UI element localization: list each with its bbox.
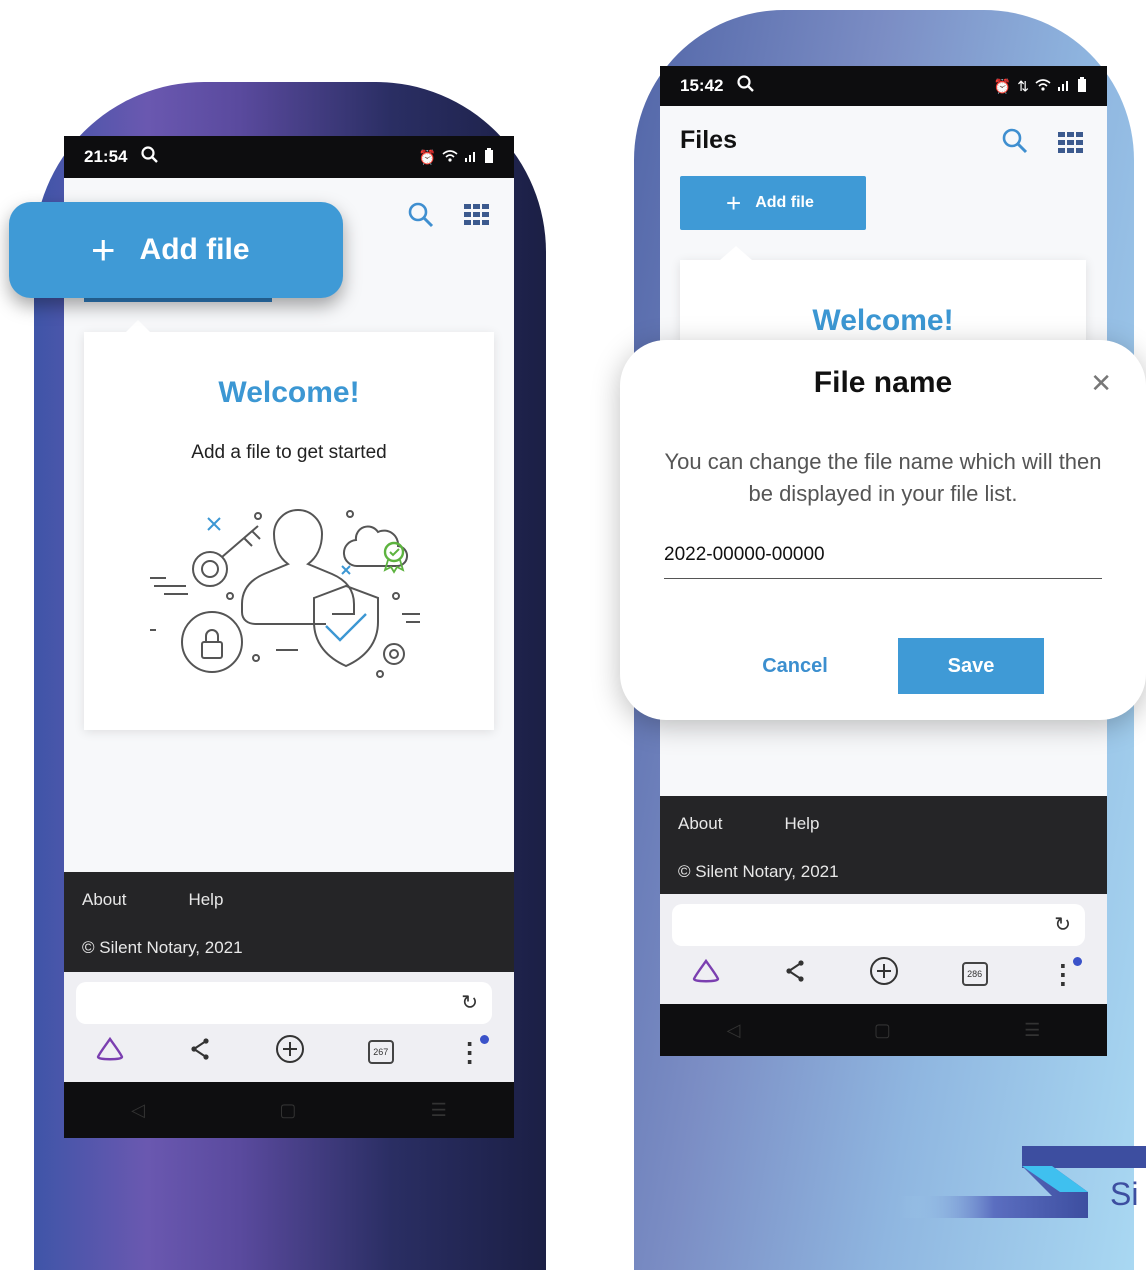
add-file-label: Add file [139, 233, 250, 266]
plus-icon: + [726, 187, 742, 218]
wifi-icon [1035, 78, 1051, 95]
callout-pointer [124, 320, 152, 334]
callout-pointer [720, 246, 752, 260]
grid-view-icon[interactable] [1058, 132, 1084, 159]
file-name-dialog: File name ✕ You can change the file name… [620, 340, 1146, 720]
back-icon[interactable]: ◁ [131, 1100, 145, 1121]
footer-help-link[interactable]: Help [784, 814, 819, 834]
signal-icon [464, 149, 478, 166]
footer-about-link[interactable]: About [82, 890, 126, 910]
logo-mark [900, 1166, 1088, 1218]
alarm-icon: ⏰ [418, 148, 436, 165]
welcome-subtitle: Add a file to get started [191, 442, 387, 463]
status-bar: 15:42 ⏰ ⇅ [660, 66, 1107, 106]
alarm-icon: ⏰ [993, 77, 1012, 94]
url-field[interactable]: ↻ [76, 982, 492, 1024]
site-footer: About Help © Silent Notary, 2021 [660, 796, 1107, 894]
welcome-title: Welcome! [218, 376, 360, 409]
home-icon[interactable]: ▢ [279, 1100, 296, 1121]
system-nav-bar: ◁ ▢ ☰ [660, 1004, 1107, 1056]
home-icon[interactable]: ▢ [874, 1020, 891, 1041]
welcome-card: Welcome! Add a file to get started [84, 320, 494, 730]
cancel-button[interactable]: Cancel [730, 638, 860, 694]
recents-icon[interactable]: ☰ [431, 1100, 447, 1121]
tab-count-icon[interactable]: 267 [367, 1040, 394, 1064]
status-time: 21:54 [84, 147, 128, 166]
search-icon [141, 145, 159, 169]
share-icon[interactable] [783, 959, 807, 990]
new-tab-icon[interactable] [275, 1034, 305, 1071]
wifi-icon [442, 149, 458, 166]
file-name-input[interactable]: 2022-00000-00000 [664, 544, 1102, 579]
more-menu-icon[interactable]: ⋮ [457, 1035, 489, 1065]
add-file-button[interactable]: + Add file [9, 202, 343, 298]
data-arrows-icon: ⇅ [1017, 77, 1029, 94]
status-bar: 21:54 ⏰ [64, 136, 514, 178]
status-time: 15:42 [680, 76, 724, 95]
dialog-message: You can change the file name which will … [664, 449, 1102, 506]
new-tab-icon[interactable] [869, 956, 899, 993]
browser-bar: ↻ 286 ⋮ [660, 894, 1107, 1004]
browser-bar: ↻ 267 ⋮ [64, 972, 514, 1082]
tab-count-icon[interactable]: 286 [961, 962, 988, 986]
dialog-title: File name [813, 366, 953, 399]
browser-home-icon[interactable] [95, 1036, 125, 1069]
recents-icon[interactable]: ☰ [1024, 1020, 1040, 1041]
add-file-button[interactable]: + Add file [680, 176, 866, 230]
battery-icon [484, 147, 494, 167]
plus-icon: + [91, 226, 116, 273]
page-title: Files [680, 126, 737, 154]
status-icons: ⏰ ⇅ [993, 76, 1087, 96]
status-icons: ⏰ [418, 147, 494, 167]
footer-copyright: © Silent Notary, 2021 [82, 938, 243, 957]
battery-icon [1077, 76, 1087, 96]
system-nav-bar: ◁ ▢ ☰ [64, 1082, 514, 1138]
logo-text: Si [1110, 1176, 1139, 1212]
footer-copyright: © Silent Notary, 2021 [678, 862, 839, 881]
search-icon[interactable] [408, 202, 434, 233]
browser-home-icon[interactable] [691, 958, 721, 991]
save-button[interactable]: Save [898, 638, 1044, 694]
back-icon[interactable]: ◁ [727, 1020, 741, 1041]
reload-icon[interactable]: ↻ [461, 990, 478, 1015]
signal-icon [1057, 78, 1071, 95]
search-icon[interactable] [1002, 128, 1028, 159]
add-file-label: Add file [755, 194, 814, 211]
close-icon[interactable]: ✕ [1090, 368, 1112, 399]
site-footer: About Help © Silent Notary, 2021 [64, 872, 514, 972]
footer-help-link[interactable]: Help [188, 890, 223, 910]
logo-bar-top [1022, 1146, 1146, 1168]
reload-icon[interactable]: ↻ [1054, 912, 1071, 937]
url-field[interactable]: ↻ [672, 904, 1085, 946]
search-icon [737, 74, 755, 98]
welcome-title: Welcome! [812, 304, 954, 337]
share-icon[interactable] [188, 1037, 212, 1068]
security-illustration [150, 509, 420, 678]
grid-view-icon[interactable] [464, 204, 490, 231]
more-menu-icon[interactable]: ⋮ [1050, 957, 1082, 987]
footer-about-link[interactable]: About [678, 814, 722, 834]
